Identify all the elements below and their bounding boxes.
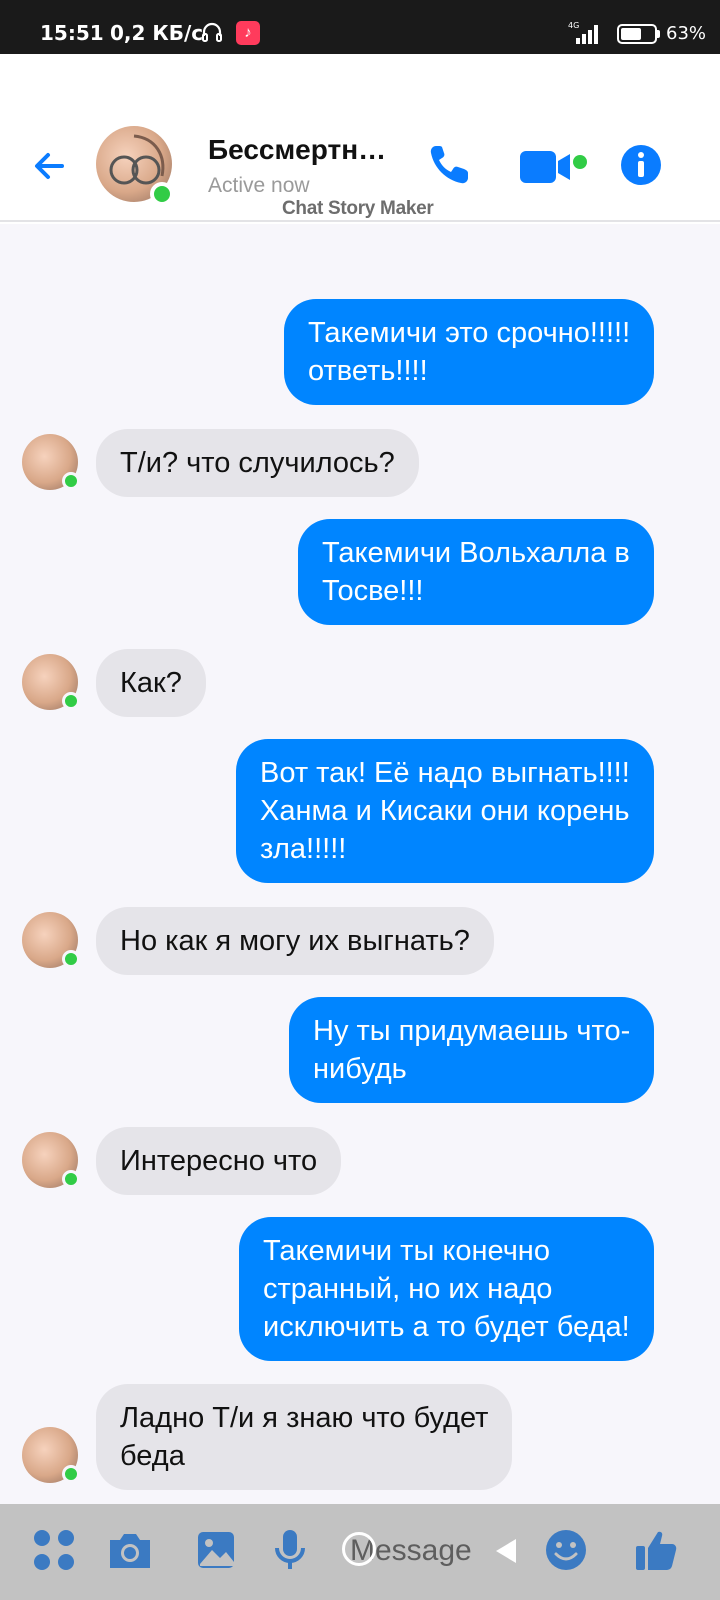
message-bubble-incoming[interactable]: Как?	[96, 649, 206, 717]
battery-icon	[617, 24, 657, 44]
network-type-label: 4G	[568, 21, 579, 30]
video-camera-icon[interactable]	[520, 148, 588, 186]
status-network-speed: 0,2 КБ/с	[110, 21, 204, 45]
status-bar: 15:51 0,2 КБ/с ♪ 4G 63%	[0, 0, 720, 54]
battery-tip	[657, 30, 660, 38]
message-list[interactable]: Такемичи это срочно!!!!! ответь!!!! Т/и?…	[0, 224, 720, 1504]
video-active-dot	[573, 155, 587, 169]
message-bubble-incoming[interactable]: Т/и? что случилось?	[96, 429, 419, 497]
conversation-header: Бессмертн… Active now Chat Story Maker	[0, 54, 720, 222]
arrow-left-icon[interactable]	[28, 144, 72, 188]
message-bubble-incoming[interactable]: Интересно что	[96, 1127, 342, 1195]
back-nav-icon[interactable]	[492, 1536, 520, 1566]
online-indicator	[150, 182, 174, 206]
message-bubble-outgoing[interactable]: Такемичи Вольхалла в Тосве!!!	[298, 519, 654, 625]
message-bubble-outgoing[interactable]: Такемичи ты конечно странный, но их надо…	[239, 1217, 654, 1361]
contact-name[interactable]: Бессмертн…	[208, 134, 386, 166]
message-bubble-outgoing[interactable]: Вот так! Её надо выгнать!!!! Ханма и Кис…	[236, 739, 654, 883]
message-bubble-outgoing[interactable]: Такемичи это срочно!!!!! ответь!!!!	[284, 299, 655, 405]
home-nav-icon[interactable]	[342, 1532, 376, 1566]
online-indicator	[62, 1465, 80, 1483]
message-bubble-incoming[interactable]: Но как я могу их выгнать?	[96, 907, 494, 975]
online-indicator	[62, 950, 80, 968]
online-indicator	[62, 692, 80, 710]
battery-level	[621, 28, 641, 40]
contact-status: Active now	[208, 174, 310, 197]
online-indicator	[62, 472, 80, 490]
headphones-icon	[202, 22, 222, 42]
online-indicator	[62, 1170, 80, 1188]
status-time: 15:51	[40, 21, 104, 45]
message-bubble-outgoing[interactable]: Ну ты придумаешь что- нибудь	[289, 997, 655, 1103]
composer-bar: Message	[0, 1504, 720, 1600]
battery-percent: 63%	[666, 23, 707, 44]
cellular-signal-icon: 4G	[568, 21, 598, 44]
tiktok-notification-icon: ♪	[236, 21, 260, 45]
phone-icon[interactable]	[426, 142, 472, 188]
watermark: Chat Story Maker	[282, 198, 434, 219]
message-bubble-incoming[interactable]: Ладно Т/и я знаю что будет беда	[96, 1384, 513, 1490]
info-icon[interactable]	[620, 144, 662, 186]
